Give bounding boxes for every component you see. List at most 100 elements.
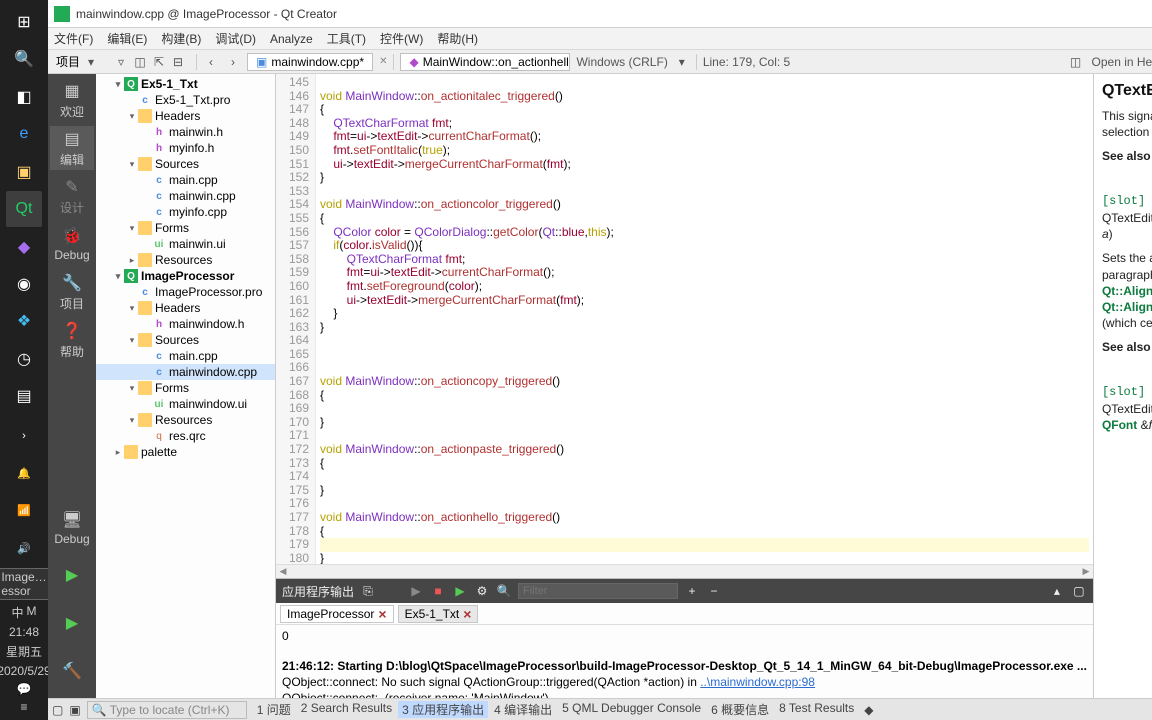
tree-item[interactable]: hmainwindow.h [96,316,275,332]
status-item[interactable]: 2 Search Results [297,701,396,718]
tree-item[interactable]: hmyinfo.h [96,140,275,156]
tree-item[interactable]: ▾Sources [96,156,275,172]
misc2-icon[interactable]: ▤ [6,379,42,414]
tree-item[interactable]: cImageProcessor.pro [96,284,275,300]
tree-item[interactable]: ▾Forms [96,220,275,236]
split-h-icon[interactable]: ◫ [1068,54,1084,70]
h-scrollbar[interactable]: ◀ ▶ [276,564,1093,578]
output-gear-icon[interactable]: ⚙ [474,583,490,599]
tree-item[interactable]: cmain.cpp [96,172,275,188]
tree-item[interactable]: ▾Headers [96,300,275,316]
rail-debug[interactable]: 🐞Debug [50,222,94,266]
rail-welcome[interactable]: ▦欢迎 [50,78,94,122]
output-link[interactable]: ..\mainwindow.cpp:98 [700,675,815,689]
output-up-icon[interactable]: ▴ [1049,583,1065,599]
chrome-icon[interactable]: ◉ [6,266,42,301]
tab-close-icon[interactable]: × [463,609,471,619]
tray-vol-icon[interactable]: 🔊 [6,531,42,566]
vs-icon[interactable]: ◆ [6,229,42,264]
filter-icon-2[interactable]: 🔍 [496,583,512,599]
clock-icon[interactable]: ◷ [6,341,42,376]
status-item[interactable]: 1 问题 [253,701,295,718]
menu-item[interactable]: 控件(W) [380,30,423,47]
edge-icon[interactable]: e [6,116,42,151]
output-filter-input[interactable] [518,583,678,599]
menu-item[interactable]: 调试(D) [215,30,256,47]
status-item[interactable]: 4 编译输出 [490,701,556,718]
ime-zh[interactable]: 中 [12,604,24,621]
status-item[interactable]: 3 应用程序输出 [398,701,488,718]
output-stop-icon[interactable]: ■ [430,583,446,599]
menu-item[interactable]: 编辑(E) [107,30,147,47]
tree-item[interactable]: ▸Resources [96,252,275,268]
expand-icon[interactable]: › [6,418,42,453]
help-link-qfont[interactable]: QFont [1102,418,1137,432]
split-icon[interactable]: ◫ [132,54,148,70]
encoding-label[interactable]: Windows (CRLF) [576,55,667,69]
task-app-1[interactable]: ◧ [6,79,42,114]
menu-item[interactable]: 构建(B) [161,30,201,47]
status-item[interactable]: 5 QML Debugger Console [558,701,705,718]
status-item[interactable]: 6 概要信息 [707,701,773,718]
rail-edit[interactable]: ▤编辑 [50,126,94,170]
tree-item[interactable]: uimainwin.ui [96,236,275,252]
rail-projects[interactable]: 🔧项目 [50,270,94,314]
nav-back-icon[interactable]: ‹ [203,54,219,70]
menu-item[interactable]: 文件(F) [54,30,93,47]
tree-item[interactable]: cmainwin.cpp [96,188,275,204]
win-notif-icon[interactable]: 💬 [17,682,32,696]
tree-item[interactable]: ▾Forms [96,380,275,396]
output-plus-icon[interactable]: + [684,583,700,599]
tray-net-icon[interactable]: 📶 [6,493,42,528]
menu-item[interactable]: 工具(T) [327,30,366,47]
tree-item[interactable]: uimainwindow.ui [96,396,275,412]
output-minus-icon[interactable]: − [706,583,722,599]
status-next-icon[interactable]: ◆ [864,703,873,717]
file-tab[interactable]: ▣ mainwindow.cpp* [247,53,373,71]
rail-build[interactable]: 🔨 [50,650,94,694]
encoding-dropdown-icon[interactable]: ▾ [674,54,690,70]
status-item[interactable]: 8 Test Results [775,701,858,718]
output-attach-icon[interactable]: ⎘ [360,583,376,599]
tree-item[interactable]: ▾QImageProcessor [96,268,275,284]
misc-icon[interactable]: ❖ [6,304,42,339]
status-collapse-icon[interactable]: ▣ [69,703,80,717]
tree-item[interactable]: cEx5-1_Txt.pro [96,92,275,108]
explorer-icon[interactable]: ▣ [6,154,42,189]
tree-item[interactable]: cmainwindow.cpp [96,364,275,380]
nav-fwd-icon[interactable]: › [225,54,241,70]
help-mode-label[interactable]: Open in Help Mode [1092,55,1152,69]
tray-notif-icon[interactable]: 🔔 [6,456,42,491]
tree-item[interactable]: ▾Headers [96,108,275,124]
tree-item[interactable]: cmain.cpp [96,348,275,364]
start-icon[interactable]: ⊞ [6,4,42,39]
rail-help[interactable]: ❓帮助 [50,318,94,362]
search-icon[interactable]: 🔍 [6,41,42,76]
rail-kit[interactable]: 🖥Debug [50,506,94,550]
scroll-left-icon[interactable]: ◀ [276,566,290,577]
rail-run[interactable]: ▶ [50,554,94,598]
help-pane[interactable]: QTextEdit::selectionChanged() This signa… [1093,74,1152,698]
win-desktop-icon[interactable]: ≡ [21,700,28,714]
clock-time[interactable]: 21:48 [9,625,39,639]
tree-item[interactable]: ▾QEx5-1_Txt [96,76,275,92]
output-step-icon[interactable]: ▶ [452,583,468,599]
status-close-icon[interactable]: ▢ [52,703,63,717]
tree-item[interactable]: ▾Sources [96,332,275,348]
tree-item[interactable]: ▾Resources [96,412,275,428]
locate-input[interactable]: 🔍 Type to locate (Ctrl+K) [87,701,247,719]
scroll-right-icon[interactable]: ▶ [1079,566,1093,577]
output-tab[interactable]: Ex5-1_Txt× [398,605,479,623]
menu-item[interactable]: Analyze [270,32,313,46]
breadcrumb[interactable]: ◆ MainWindow::on_actionhello_t… [400,53,570,71]
filter-icon[interactable]: ▿ [113,54,129,70]
file-tab-close[interactable]: ✕ [379,56,387,67]
rail-debug-run[interactable]: ▶ [50,602,94,646]
tree-item[interactable]: qres.qrc [96,428,275,444]
tree-item[interactable]: hmainwin.h [96,124,275,140]
rail-design[interactable]: ✎设计 [50,174,94,218]
link-icon[interactable]: ⇱ [151,54,167,70]
dropdown-icon[interactable]: ▾ [83,54,99,70]
ime-m[interactable]: M [27,604,37,621]
code-area[interactable]: void MainWindow::on_actionitalec_trigger… [316,74,1093,564]
